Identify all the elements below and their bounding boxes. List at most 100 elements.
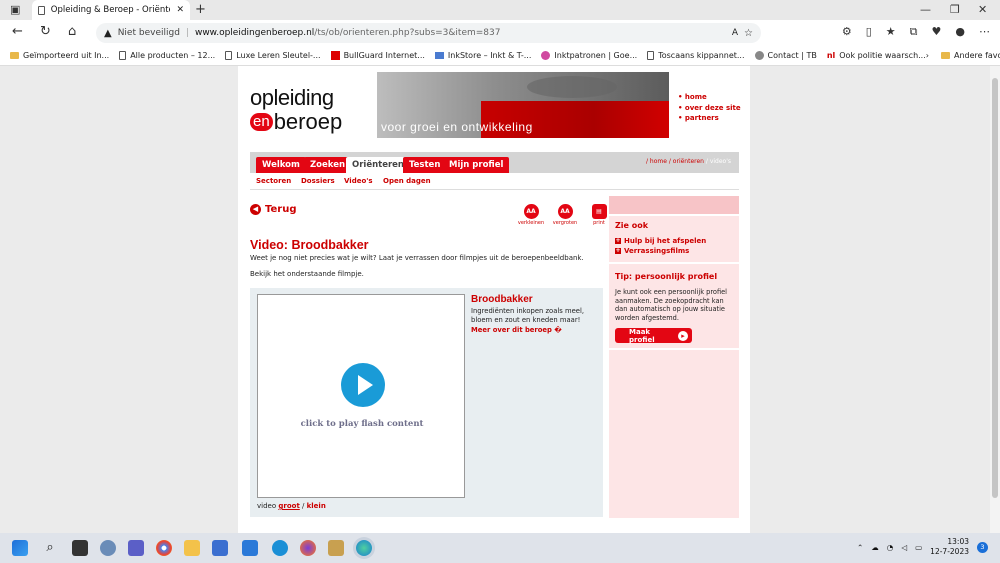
- task-view-icon[interactable]: [72, 540, 88, 556]
- file-explorer-icon[interactable]: [184, 540, 200, 556]
- tab-mijn-profiel[interactable]: Mijn profiel: [443, 157, 510, 173]
- wifi-icon[interactable]: ◔: [887, 543, 894, 552]
- favorite-star-icon[interactable]: ☆: [744, 28, 753, 39]
- teams-icon[interactable]: [128, 540, 144, 556]
- clock[interactable]: 13:03 12-7-2023: [930, 537, 969, 557]
- read-aloud-icon[interactable]: A: [732, 28, 738, 38]
- cloud-icon[interactable]: ☁: [871, 543, 879, 552]
- more-about-profession-link[interactable]: Meer over dit beroep �: [471, 325, 599, 335]
- new-tab-button[interactable]: +: [195, 2, 206, 18]
- page-title: Video: Broodbakker: [250, 238, 369, 252]
- page-icon: [38, 5, 45, 15]
- sub-nav: Sectoren Dossiers Video's Open dagen: [250, 176, 739, 190]
- tip-text: Je kunt ook een persoonlijk profiel aanm…: [615, 288, 727, 322]
- split-screen-icon[interactable]: ▯: [866, 25, 872, 39]
- top-link-home[interactable]: • home: [678, 92, 741, 103]
- intro-text: Weet je nog niet precies wat je wilt? La…: [250, 254, 584, 262]
- bookmark-item[interactable]: nl Ook politie waarsch...: [827, 51, 926, 60]
- bookmark-item[interactable]: Toscaans kippannet...: [647, 51, 745, 60]
- tip-title: Tip: persoonlijk profiel: [615, 272, 718, 281]
- browser-essentials-icon[interactable]: ♥: [932, 25, 942, 39]
- close-window-icon[interactable]: ✕: [978, 2, 987, 18]
- breadcrumb: / home / oriënteren / video's: [646, 158, 731, 165]
- see-also-link-help[interactable]: Hulp bij het afspelen: [615, 237, 706, 245]
- bookmarks-overflow-icon[interactable]: ›: [926, 51, 929, 60]
- bookmark-item[interactable]: BullGuard Internet...: [330, 51, 425, 60]
- tab-actions-icon[interactable]: ▣: [10, 2, 20, 18]
- arrow-left-icon: ◀: [250, 204, 261, 215]
- chevron-up-icon[interactable]: ⌃: [857, 543, 863, 552]
- video-description: Ingrediënten inkopen zoals meel, bloem e…: [471, 307, 584, 324]
- ink-icon: [541, 51, 551, 60]
- start-icon[interactable]: [12, 540, 28, 556]
- folder-icon: [940, 52, 950, 59]
- home-icon[interactable]: ⌂: [68, 24, 76, 40]
- tab-welkom[interactable]: Welkom: [256, 157, 306, 173]
- maximize-icon[interactable]: ❐: [950, 2, 960, 18]
- profile-icon[interactable]: ●: [955, 25, 965, 39]
- folder-icon: [10, 52, 19, 59]
- battery-icon[interactable]: ▭: [915, 543, 922, 552]
- page-icon: [119, 51, 127, 60]
- refresh-icon[interactable]: ↻: [40, 24, 51, 40]
- chrome-icon[interactable]: [156, 540, 172, 556]
- flash-placeholder-text[interactable]: click to play flash content: [258, 419, 466, 429]
- subnav-dossiers[interactable]: Dossiers: [301, 177, 335, 185]
- bookmark-item[interactable]: Geïmporteerd uit In...: [10, 51, 109, 60]
- store-icon[interactable]: [212, 540, 228, 556]
- weather-icon[interactable]: [100, 540, 116, 556]
- bookmark-item[interactable]: Inktpatronen | Goe...: [541, 51, 637, 60]
- play-icon[interactable]: [341, 363, 385, 407]
- bookmarks-bar: Geïmporteerd uit In... Alle producten – …: [0, 46, 1000, 66]
- text-tools: AA verkleinen AA vergroten ▤ print: [518, 204, 612, 226]
- subnav-sectoren[interactable]: Sectoren: [256, 177, 291, 185]
- close-tab-icon[interactable]: ✕: [176, 5, 184, 15]
- top-link-about[interactable]: • over deze site: [678, 103, 741, 114]
- tab-zoeken[interactable]: Zoeken: [304, 157, 352, 173]
- notification-badge[interactable]: 3: [977, 541, 988, 553]
- search-icon[interactable]: ⌕: [42, 540, 58, 556]
- warning-icon[interactable]: ▲: [104, 28, 112, 39]
- site-logo[interactable]: opleiding en beroep: [250, 86, 370, 134]
- page-viewport: opleiding en beroep voor groei en ontwikk…: [0, 66, 1000, 533]
- url-field[interactable]: ▲ Niet beveiligd | www.opleidingenberoep…: [96, 23, 761, 43]
- back-icon[interactable]: ←: [12, 24, 23, 40]
- create-profile-button[interactable]: Maak profiel ▸: [615, 328, 692, 344]
- bookmark-item[interactable]: Contact | TB: [754, 51, 817, 60]
- more-menu-icon[interactable]: ⋯: [979, 25, 990, 39]
- flash-player[interactable]: click to play flash content: [257, 294, 465, 498]
- favorites-icon[interactable]: ★: [886, 25, 896, 39]
- bullguard-icon: [330, 51, 340, 60]
- subnav-videos[interactable]: Video's: [344, 177, 373, 185]
- page-scrollbar[interactable]: [990, 66, 1000, 533]
- app-icon[interactable]: [272, 540, 288, 556]
- nl-icon: nl: [826, 51, 836, 60]
- browser-tab[interactable]: Opleiding & Beroep - Oriënteren ✕: [32, 0, 190, 20]
- inkstore-icon: [434, 52, 444, 59]
- top-link-partners[interactable]: • partners: [678, 113, 741, 124]
- bookmark-item[interactable]: Alle producten – 12...: [119, 51, 215, 60]
- subnav-open-dagen[interactable]: Open dagen: [383, 177, 431, 185]
- bookmark-item[interactable]: InkStore – Inkt & T-...: [434, 51, 531, 60]
- text-larger-icon: AA: [557, 204, 573, 219]
- volume-icon[interactable]: ◁: [901, 543, 907, 552]
- back-link[interactable]: ◀ Terug: [250, 204, 296, 215]
- print-icon: ▤: [591, 204, 607, 219]
- app-icon[interactable]: [242, 540, 258, 556]
- extensions-icon[interactable]: ⚙: [842, 25, 852, 39]
- video-size-large-link[interactable]: groot: [278, 502, 299, 510]
- tab-orienteren[interactable]: Oriënteren: [346, 157, 410, 173]
- other-bookmarks[interactable]: Andere favorieten: [940, 51, 1000, 60]
- minimize-icon[interactable]: —: [920, 2, 931, 18]
- firefox-icon[interactable]: [300, 540, 316, 556]
- bookmark-item[interactable]: Luxe Leren Sleutel-...: [225, 51, 321, 60]
- shrink-text-button[interactable]: AA verkleinen: [518, 204, 544, 226]
- app-icon[interactable]: [328, 540, 344, 556]
- video-size-small-link[interactable]: klein: [307, 502, 326, 510]
- see-also-link-surprise[interactable]: Verrassingsfilms: [615, 247, 689, 255]
- tab-title: Opleiding & Beroep - Oriënteren: [50, 5, 171, 15]
- edge-icon[interactable]: [356, 540, 372, 556]
- collections-icon[interactable]: ⧉: [910, 25, 918, 39]
- enlarge-text-button[interactable]: AA vergroten: [552, 204, 578, 226]
- tab-testen[interactable]: Testen: [403, 157, 447, 173]
